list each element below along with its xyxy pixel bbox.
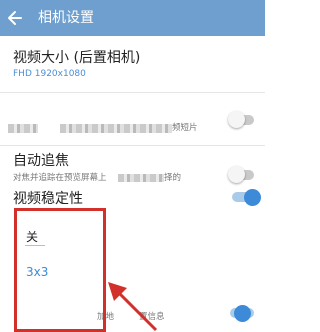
- blurred-text: [8, 124, 38, 133]
- auto-focus-description: 对焦并追踪在预览屏幕上: [13, 173, 107, 183]
- grid-option-3x3[interactable]: 3x3: [17, 261, 103, 285]
- page-title: 相机设置: [38, 10, 94, 26]
- app-header: 相机设置: [0, 0, 265, 36]
- grid-option-3x3-label: 3x3: [26, 265, 49, 279]
- grid-option-off-label: 关: [26, 230, 39, 244]
- blurred-text: [60, 124, 172, 133]
- auto-focus-description-end: 择的: [164, 173, 182, 183]
- setting-auto-focus[interactable]: 自动追焦 对焦并追踪在预览屏幕上 择的: [0, 146, 265, 188]
- video-size-title: 视频大小 (后置相机): [13, 50, 141, 66]
- video-stabilization-title: 视频稳定性: [13, 191, 83, 207]
- blurred-text: [118, 174, 164, 182]
- short-video-text-fragment: 频短片: [172, 123, 198, 133]
- grid-option-off[interactable]: 关: [17, 224, 103, 248]
- auto-focus-title: 自动追焦: [13, 153, 69, 169]
- grid-options-menu: 关 3x3: [14, 208, 106, 332]
- setting-short-video[interactable]: 频短片: [0, 93, 265, 145]
- option-underline: [25, 245, 45, 246]
- back-arrow-icon[interactable]: [6, 9, 24, 27]
- video-size-value: FHD 1920x1080: [13, 69, 86, 79]
- annotation-arrow-icon: [108, 282, 158, 332]
- setting-video-size[interactable]: 视频大小 (后置相机) FHD 1920x1080: [0, 36, 265, 92]
